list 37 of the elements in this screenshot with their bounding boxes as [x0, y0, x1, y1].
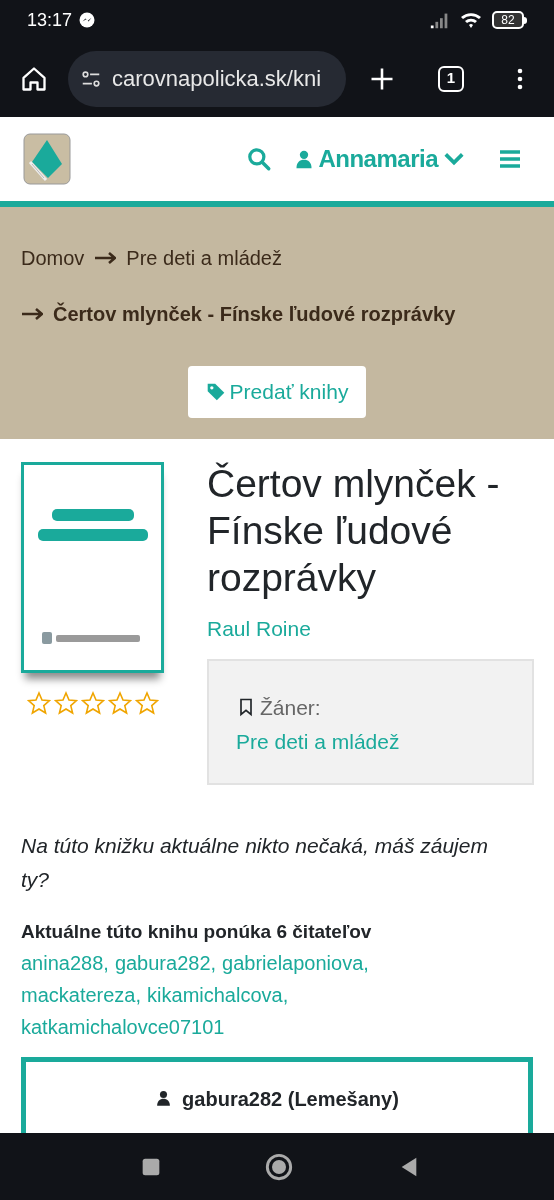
arrow-right-icon [21, 308, 43, 320]
url-text: carovnapolicka.sk/kni [112, 65, 322, 93]
star-outline-icon [107, 691, 132, 715]
status-time: 13:17 [27, 8, 73, 32]
user-link[interactable]: anina288, [21, 946, 109, 979]
waiting-note: Na túto knižku aktuálne nikto nečaká, máš záujem ty? [21, 832, 489, 893]
star-outline-icon [26, 691, 51, 715]
book-title: Čertov mlynček - Fínske ľudové rozprávky [207, 461, 501, 601]
site-logo[interactable] [21, 132, 73, 186]
user-link[interactable]: gabrielaponiova, [222, 946, 369, 979]
search-icon[interactable] [246, 146, 273, 172]
user-menu[interactable]: Annamaria [294, 141, 466, 177]
tag-icon [205, 382, 226, 402]
recents-button[interactable] [141, 1156, 161, 1177]
seller-name: gabura282 (Lemešany) [182, 1086, 399, 1112]
breadcrumb-link[interactable]: Pre deti a mládež [126, 240, 282, 276]
tab-count-button[interactable]: 1 [438, 65, 464, 92]
home-icon[interactable] [20, 64, 48, 93]
user-link[interactable]: mackatereza, [21, 978, 142, 1011]
user-link[interactable]: kikamichalcova, [147, 978, 289, 1011]
sell-books-button[interactable]: Predať knihy [187, 366, 367, 418]
arrow-right-icon [94, 252, 117, 264]
genre-label: Žáner: [260, 695, 321, 719]
star-outline-icon [53, 691, 78, 715]
genre-link[interactable]: Pre deti a mládež [236, 729, 400, 753]
user-link[interactable]: gabura282, [114, 946, 217, 979]
address-bar[interactable]: carovnapolicka.sk/kni [68, 50, 346, 107]
battery-level: 82 [501, 14, 515, 26]
menu-icon[interactable] [498, 147, 522, 171]
offers-heading: Aktuálne túto knihu ponúka 6 čitateľov [21, 919, 373, 944]
breadcrumb-current: Čertov mlynček - Fínske ľudové rozprávky [53, 301, 456, 327]
star-outline-icon [134, 691, 159, 715]
home-button[interactable] [265, 1152, 293, 1181]
user-link[interactable]: katkamichalovce07101 [21, 1010, 225, 1043]
author-link[interactable]: Raul Roine [207, 613, 311, 645]
star-outline-icon [80, 691, 105, 715]
breadcrumb-link[interactable]: Domov [21, 240, 85, 276]
